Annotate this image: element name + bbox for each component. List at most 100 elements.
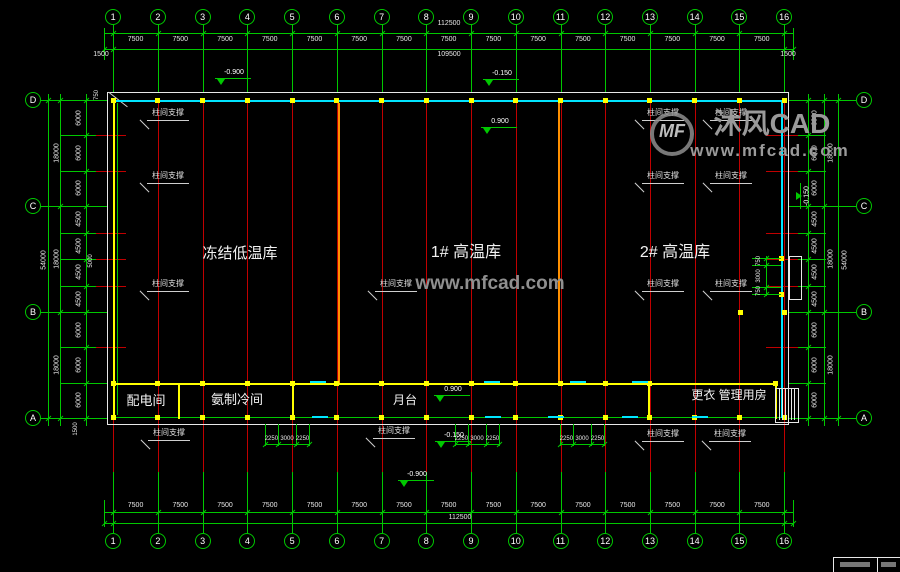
grid-line (104, 49, 793, 50)
dim-label: 7500 (351, 502, 367, 509)
stair-tread (779, 389, 780, 420)
level-triangle-icon (400, 481, 408, 487)
bracing-label: 柱间支撑 (715, 280, 747, 288)
stair-tread (785, 389, 786, 420)
grid-bubble: 8 (418, 533, 434, 549)
bracing-label: 柱间支撑 (647, 430, 679, 438)
room-label: 更衣 管理用房 (691, 389, 766, 401)
bracing-label: 柱间支撑 (152, 280, 184, 288)
dim-label: 54000 (41, 250, 48, 269)
grid-bubble: C (856, 198, 872, 214)
grid-line (48, 94, 49, 426)
level-triangle-icon (483, 128, 491, 134)
grid-bubble: A (856, 410, 872, 426)
leader-line (147, 291, 189, 292)
dim-label: 7500 (441, 36, 457, 43)
grid-bubble: 1 (105, 533, 121, 549)
dim-label: 4500 (812, 265, 819, 281)
column-marker (603, 98, 608, 103)
dim-label: 7500 (128, 502, 144, 509)
column-marker (647, 415, 652, 420)
room-label: 冻结低温库 (202, 246, 277, 261)
dim-label: 6000 (812, 322, 819, 338)
dim-label: 7500 (575, 36, 591, 43)
dim-label: 7500 (307, 36, 323, 43)
level-triangle-icon (437, 442, 445, 448)
dim-label: 7500 (441, 502, 457, 509)
grid-bubble: A (25, 410, 41, 426)
column-marker (469, 415, 474, 420)
dim-label: 7500 (217, 36, 233, 43)
column-marker (647, 381, 652, 386)
column-marker (155, 98, 160, 103)
grid-bubble: 15 (731, 9, 747, 25)
dim-label: 7500 (307, 502, 323, 509)
dim-label: 6000 (812, 357, 819, 373)
column-marker (737, 415, 742, 420)
room-label: 配电间 (126, 394, 165, 407)
column-marker (424, 98, 429, 103)
door-dash (632, 381, 648, 383)
leader-line (642, 441, 684, 442)
leader-line (375, 291, 417, 292)
dim-label: 4500 (812, 291, 819, 307)
grid-line (41, 100, 107, 101)
column-marker (334, 415, 339, 420)
grid-bubble: 7 (374, 533, 390, 549)
dim-label: 4500 (76, 265, 83, 281)
dim-label: 7500 (575, 502, 591, 509)
dim-label: 4500 (76, 291, 83, 307)
grid-line (766, 256, 767, 296)
column-marker (782, 310, 787, 315)
column-marker (469, 98, 474, 103)
title-block-text-blur (840, 562, 870, 567)
bracing-label: 柱间支撑 (153, 429, 185, 437)
level-value: -0.150 (804, 186, 811, 206)
grid-bubble: 10 (508, 533, 524, 549)
leader-line (141, 440, 151, 450)
grid-bubble: 15 (731, 533, 747, 549)
dim-label: 6000 (76, 357, 83, 373)
column-marker (111, 98, 116, 103)
bracing-label: 柱间支撑 (152, 109, 184, 117)
dim-label: 7500 (754, 502, 770, 509)
grid-bubble: 10 (508, 9, 524, 25)
grid-bubble: 14 (687, 9, 703, 25)
door-dash (570, 381, 586, 383)
leader-line (148, 440, 190, 441)
leader-line (635, 441, 645, 451)
dim-label: 4500 (812, 238, 819, 254)
column-marker (245, 381, 250, 386)
dim-label: 1500 (73, 422, 79, 435)
stair-tread (794, 389, 795, 420)
grid-bubble: 6 (329, 533, 345, 549)
dim-label: 2250 (265, 436, 278, 442)
mf-logo-text: MF (659, 122, 685, 140)
column-marker (155, 381, 160, 386)
title-block-text-blur (881, 562, 896, 567)
dim-label: 18000 (828, 355, 835, 374)
dim-label: 2250 (560, 436, 573, 442)
grid-bubble: 4 (239, 9, 255, 25)
door-dash (548, 416, 564, 418)
column-marker (379, 98, 384, 103)
room-label: 2# 高温库 (640, 245, 710, 261)
dim-label: 5000 (88, 254, 94, 267)
level-triangle-icon (436, 396, 444, 402)
dim-label: 112500 (449, 514, 472, 521)
dim-label: 7500 (128, 36, 144, 43)
wall-bottom (113, 417, 781, 418)
column-marker (782, 98, 787, 103)
stair-tread (782, 389, 783, 420)
room-label: 1# 高温库 (431, 245, 501, 261)
grid-line (41, 312, 107, 313)
dim-label: 2250 (591, 436, 604, 442)
dim-label: 6000 (76, 145, 83, 161)
dim-label: 7500 (530, 36, 546, 43)
grid-bubble: 6 (329, 9, 345, 25)
dim-label: 7500 (486, 502, 502, 509)
dim-label: 6000 (812, 181, 819, 197)
column-marker (469, 381, 474, 386)
bracing-label: 柱间支撑 (715, 172, 747, 180)
grid-line (60, 383, 107, 384)
